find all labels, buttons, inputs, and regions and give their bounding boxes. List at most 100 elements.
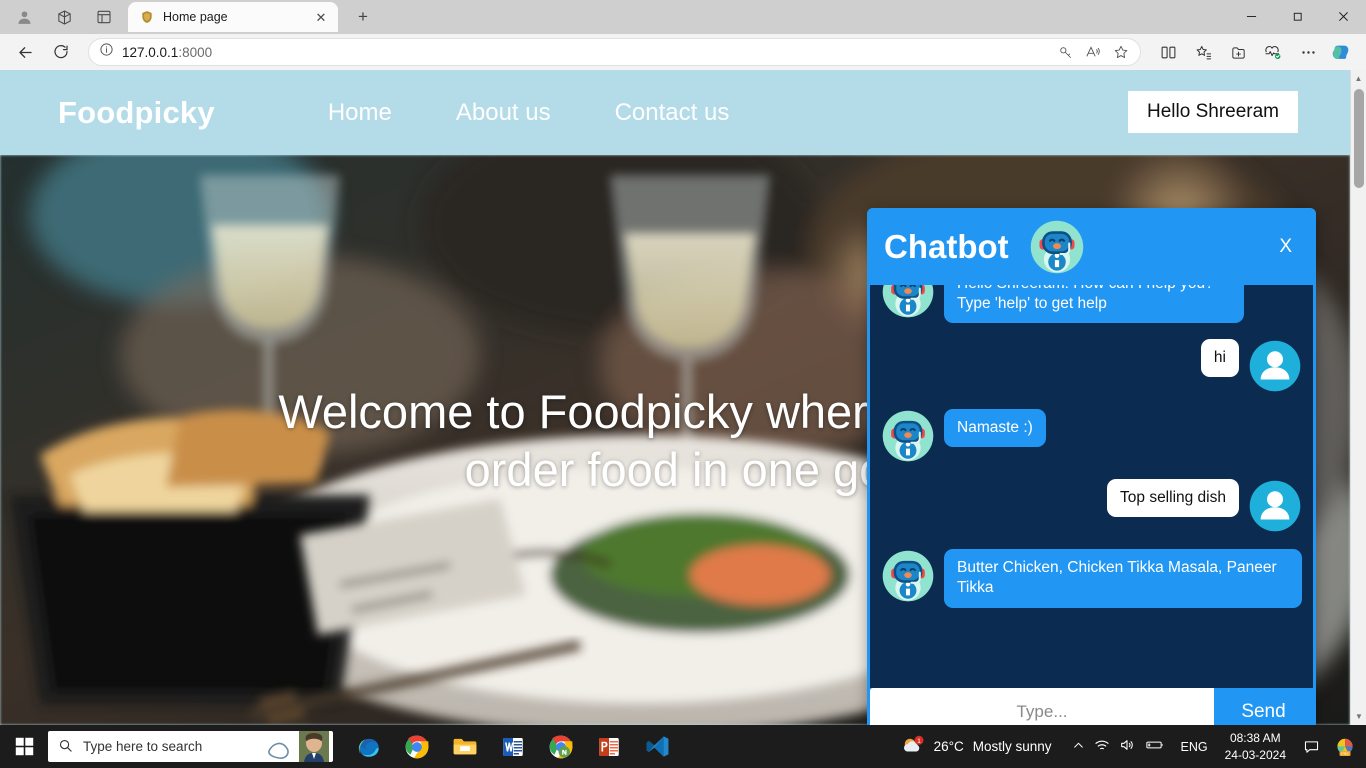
tab-close-icon[interactable]: ✕: [312, 8, 330, 26]
favorite-star-icon[interactable]: [1108, 40, 1134, 64]
chatbot-title: Chatbot: [884, 227, 1009, 265]
browser-essentials-icon[interactable]: [1256, 37, 1290, 67]
svg-text:1: 1: [917, 737, 921, 744]
info-circle-icon[interactable]: [99, 42, 114, 62]
volume-icon[interactable]: [1119, 737, 1135, 756]
word-icon[interactable]: [489, 725, 537, 768]
windows-taskbar: Type here to search 1 26°C Mostly sunny …: [0, 725, 1366, 768]
collections-star-icon[interactable]: [1186, 37, 1220, 67]
chat-bubble-user: Top selling dish: [1107, 479, 1239, 518]
bot-avatar-icon: [882, 285, 934, 318]
tray-icon-group: [1064, 737, 1172, 756]
page-viewport: Foodpicky Home About us Contact us Hello…: [0, 70, 1366, 725]
weather-sun-cloud-icon: 1: [901, 735, 925, 759]
address-bar[interactable]: 127.0.0.1:8000: [88, 38, 1141, 66]
add-collection-icon[interactable]: [1221, 37, 1255, 67]
url-text: 127.0.0.1:8000: [122, 45, 1044, 60]
chrome-node-icon[interactable]: [537, 725, 585, 768]
vscode-icon[interactable]: [633, 725, 681, 768]
site-brand[interactable]: Foodpicky: [58, 95, 215, 131]
battery-icon[interactable]: [1144, 738, 1164, 755]
chat-bubble-bot: Hello Shreeram! How can I help you? Type…: [944, 285, 1244, 324]
workspaces-icon[interactable]: [46, 2, 82, 32]
notification-icon[interactable]: [1294, 725, 1328, 768]
file-explorer-icon[interactable]: [441, 725, 489, 768]
new-tab-button[interactable]: +: [348, 3, 378, 31]
edge-icon[interactable]: [345, 725, 393, 768]
scrollbar-thumb[interactable]: [1354, 89, 1364, 188]
bot-avatar-icon: [882, 550, 934, 602]
taskbar-weather-widget[interactable]: 1 26°C Mostly sunny: [889, 735, 1064, 759]
omnibox-actions: [1052, 40, 1134, 64]
settings-more-icon[interactable]: [1291, 37, 1325, 67]
taskbar-app-list: [345, 725, 681, 768]
bot-avatar-icon: [882, 410, 934, 462]
browser-window: Home page ✕ + 127.0.0.1:8000 Foodpicky H…: [0, 0, 1366, 768]
back-arrow-icon[interactable]: [8, 37, 42, 67]
close-button[interactable]: [1320, 0, 1366, 32]
chat-message-row: Butter Chicken, Chicken Tikka Masala, Pa…: [881, 549, 1302, 608]
user-avatar-icon: [1249, 480, 1301, 532]
nav-link-contact-us[interactable]: Contact us: [583, 99, 762, 127]
clock-date: 24-03-2024: [1224, 747, 1286, 762]
scroll-down-arrow-icon[interactable]: ▼: [1351, 708, 1366, 725]
site-navbar: Foodpicky Home About us Contact us Hello…: [0, 70, 1350, 155]
chat-bubble-user: hi: [1200, 339, 1239, 378]
pre-app-icon[interactable]: PRE: [1328, 725, 1362, 768]
chat-message-input[interactable]: [870, 688, 1214, 725]
send-button[interactable]: Send: [1214, 688, 1313, 725]
chat-message-row: hi: [881, 339, 1302, 393]
chatbot-widget: Chatbot X Type 'help' to get help hi Nam…: [867, 208, 1316, 725]
windows-start-icon[interactable]: [0, 725, 48, 768]
chatbot-messages: Hello Shreeram! How can I help you? Type…: [870, 285, 1313, 688]
chat-bubble-bot: Namaste :): [944, 409, 1046, 448]
shield-favicon: [139, 9, 155, 25]
scroll-up-arrow-icon[interactable]: ▲: [1351, 70, 1366, 87]
taskbar-clock[interactable]: 08:38 AM 24-03-2024: [1217, 730, 1294, 762]
chat-message-row: Top selling dish: [881, 479, 1302, 533]
minimize-button[interactable]: [1228, 0, 1274, 32]
chrome-icon[interactable]: [393, 725, 441, 768]
browser-tab[interactable]: Home page ✕: [128, 2, 338, 32]
chat-message-row: Namaste :): [881, 409, 1302, 463]
clock-time: 08:38 AM: [1229, 731, 1281, 746]
search-highlight-thumbnail: [267, 731, 329, 762]
chatbot-close-button[interactable]: X: [1279, 236, 1292, 258]
show-hidden-icons-chevron[interactable]: [1072, 739, 1085, 755]
tab-title: Home page: [163, 10, 228, 24]
tab-strip: Home page ✕ +: [0, 0, 1366, 34]
taskbar-search-box[interactable]: Type here to search: [48, 731, 333, 762]
toolbar-right-actions: [1151, 37, 1358, 67]
browser-toolbar: 127.0.0.1:8000: [0, 34, 1366, 70]
search-icon: [58, 738, 73, 756]
system-tray: 1 26°C Mostly sunny ENG 08:38 AM 24-03-2…: [889, 725, 1366, 768]
page-scrollbar[interactable]: ▲ ▼: [1350, 70, 1366, 725]
window-controls: [1228, 0, 1366, 32]
copilot-icon[interactable]: [1326, 38, 1356, 66]
user-avatar-icon: [1249, 340, 1301, 392]
chat-bubble-bot: Butter Chicken, Chicken Tikka Masala, Pa…: [944, 549, 1302, 608]
nav-link-about-us[interactable]: About us: [424, 99, 583, 127]
url-host: 127.0.0.1: [122, 44, 179, 60]
nav-link-home[interactable]: Home: [296, 99, 424, 127]
svg-text:PRE: PRE: [1341, 751, 1349, 755]
user-greeting-button[interactable]: Hello Shreeram: [1128, 91, 1298, 133]
robot-headset-icon: [1030, 220, 1083, 273]
profile-icon[interactable]: [6, 2, 42, 32]
powerpoint-icon[interactable]: [585, 725, 633, 768]
tab-actions-icon[interactable]: [86, 2, 122, 32]
taskbar-search-placeholder: Type here to search: [83, 739, 203, 754]
url-port: :8000: [178, 44, 213, 60]
key-icon[interactable]: [1052, 40, 1078, 64]
maximize-button[interactable]: [1274, 0, 1320, 32]
chat-message-row: Hello Shreeram! How can I help you? Type…: [881, 285, 1302, 324]
wifi-icon[interactable]: [1094, 737, 1110, 756]
weather-condition: Mostly sunny: [972, 739, 1052, 754]
chatbot-input-row: Send: [870, 688, 1313, 725]
read-aloud-icon[interactable]: [1080, 40, 1106, 64]
weather-temperature: 26°C: [933, 739, 964, 754]
split-screen-icon[interactable]: [1151, 37, 1185, 67]
reload-icon[interactable]: [44, 37, 78, 67]
language-indicator[interactable]: ENG: [1172, 740, 1217, 754]
chatbot-header: Chatbot X: [867, 208, 1316, 285]
